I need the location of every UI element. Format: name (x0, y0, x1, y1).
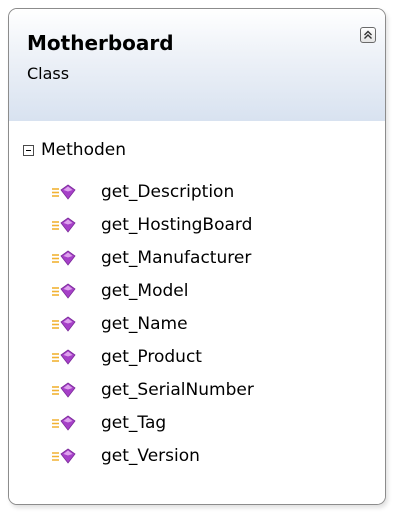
class-name: Motherboard (27, 31, 174, 55)
methods-section-header[interactable]: Methoden (23, 139, 126, 161)
method-label: get_HostingBoard (101, 214, 253, 235)
method-label: get_Version (101, 445, 200, 466)
collapse-minus-icon[interactable] (23, 144, 34, 156)
method-label: get_Model (101, 280, 189, 301)
public-method-icon (52, 250, 76, 266)
public-method-icon (52, 349, 76, 365)
method-label: get_Product (101, 346, 202, 367)
method-item[interactable]: get_Version (51, 439, 254, 472)
method-label: get_Description (101, 181, 235, 202)
public-method-icon (52, 448, 76, 464)
method-item[interactable]: get_Description (51, 175, 254, 208)
method-item[interactable]: get_SerialNumber (51, 373, 254, 406)
public-method-icon (52, 316, 76, 332)
method-label: get_Tag (101, 412, 167, 433)
method-item[interactable]: get_Product (51, 340, 254, 373)
public-method-icon (52, 415, 76, 431)
method-label: get_Manufacturer (101, 247, 252, 268)
collapse-button[interactable] (360, 27, 376, 43)
section-divider (9, 121, 385, 124)
method-item[interactable]: get_Tag (51, 406, 254, 439)
methods-section-label: Methoden (41, 140, 126, 160)
method-label: get_SerialNumber (101, 379, 254, 400)
class-header: Motherboard Class (9, 9, 385, 121)
double-chevron-up-icon (364, 30, 372, 39)
public-method-icon (52, 217, 76, 233)
public-method-icon (52, 184, 76, 200)
public-method-icon (52, 283, 76, 299)
class-shape[interactable]: Motherboard Class Methoden get_Descripti… (8, 8, 386, 505)
public-method-icon (52, 382, 76, 398)
method-item[interactable]: get_Model (51, 274, 254, 307)
class-kind: Class (27, 64, 70, 83)
method-label: get_Name (101, 313, 188, 334)
method-item[interactable]: get_HostingBoard (51, 208, 254, 241)
method-item[interactable]: get_Name (51, 307, 254, 340)
methods-section: Methoden get_Description get_HostingBoard… (9, 127, 385, 504)
method-item[interactable]: get_Manufacturer (51, 241, 254, 274)
method-list: get_Description get_HostingBoard get_Manuf… (51, 175, 254, 472)
